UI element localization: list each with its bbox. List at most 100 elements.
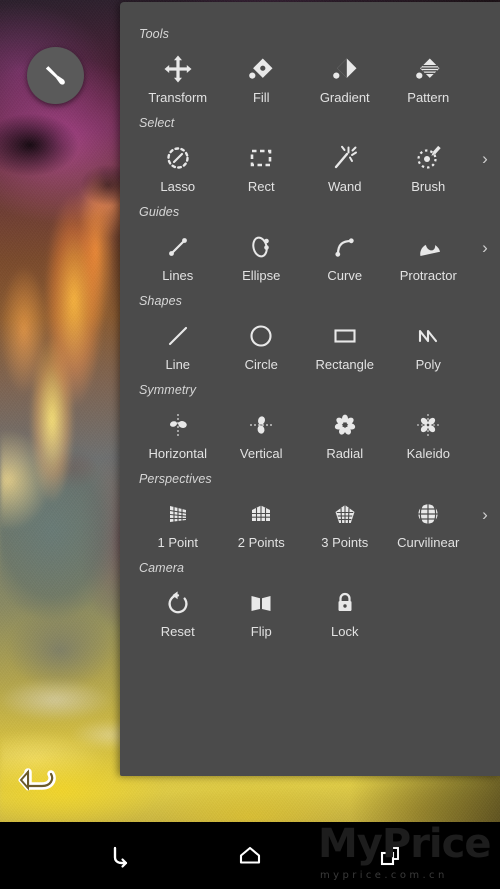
chevron-right-icon: › xyxy=(482,148,488,168)
tool-label: Rectangle xyxy=(315,357,375,372)
tool-brush-select[interactable]: Brush xyxy=(387,136,471,193)
guides-more-chevron[interactable]: › xyxy=(478,237,492,257)
tool-symmetry-radial[interactable]: Radial xyxy=(303,403,387,460)
tool-label: Rect xyxy=(247,179,275,194)
undo-arrow-icon xyxy=(18,768,56,791)
tool-label: 1 Point xyxy=(157,535,198,550)
tool-label: Flip xyxy=(250,624,272,639)
group-heading-guides: Guides xyxy=(139,205,180,219)
camera-flip-icon xyxy=(246,581,276,625)
tool-label: Reset xyxy=(160,624,195,639)
brush-tool-fab[interactable] xyxy=(27,47,84,104)
tool-label: Protractor xyxy=(399,268,457,283)
tool-symmetry-kaleido[interactable]: Kaleido xyxy=(387,403,471,460)
tool-perspective-2points[interactable]: 2 Points xyxy=(220,492,304,549)
symmetry-radial-icon xyxy=(330,403,360,447)
tool-ellipse-guide[interactable]: Ellipse xyxy=(220,225,304,282)
tool-label: Lock xyxy=(331,624,359,639)
tool-row-guides: Lines Ellipse Curve Protractor › xyxy=(120,225,500,282)
tool-fill[interactable]: Fill xyxy=(220,47,304,104)
camera-reset-icon xyxy=(163,581,193,625)
rectangle-select-icon xyxy=(246,136,276,180)
chevron-right-icon: › xyxy=(482,504,488,524)
tool-label: 2 Points xyxy=(237,535,285,550)
tool-label: Fill xyxy=(252,90,270,105)
guide-line-icon xyxy=(163,225,193,269)
nav-home-icon xyxy=(239,846,261,864)
nav-recents-button[interactable] xyxy=(345,822,435,889)
move-arrows-icon xyxy=(163,47,193,91)
tool-shape-line[interactable]: Line xyxy=(136,314,220,371)
tool-row-perspectives: 1 Point 2 Points 3 Points Curvilinear › xyxy=(120,492,500,549)
group-heading-camera: Camera xyxy=(139,561,185,575)
symmetry-horizontal-icon xyxy=(163,403,193,447)
tool-symmetry-horizontal[interactable]: Horizontal xyxy=(136,403,220,460)
tool-perspective-1point[interactable]: 1 Point xyxy=(136,492,220,549)
tool-label: Lasso xyxy=(160,179,196,194)
magic-wand-icon xyxy=(330,136,360,180)
tool-wand[interactable]: Wand xyxy=(303,136,387,193)
tool-lasso[interactable]: Lasso xyxy=(136,136,220,193)
symmetry-kaleido-icon xyxy=(413,403,443,447)
tool-perspective-3points[interactable]: 3 Points xyxy=(303,492,387,549)
tool-pattern[interactable]: Pattern xyxy=(387,47,471,104)
paint-bucket-fill-icon xyxy=(246,47,276,91)
perspective-3points-icon xyxy=(330,492,360,536)
tool-row-shapes: Line Circle Rectangle Poly xyxy=(120,314,500,371)
group-heading-symmetry: Symmetry xyxy=(139,383,197,397)
nav-home-button[interactable] xyxy=(205,822,295,889)
nav-back-button[interactable] xyxy=(75,822,165,889)
paint-bucket-gradient-icon xyxy=(330,47,360,91)
tool-label: Curve xyxy=(327,268,363,283)
tool-label: Horizontal xyxy=(148,446,208,461)
tool-protractor[interactable]: Protractor xyxy=(387,225,471,282)
perspective-2points-icon xyxy=(246,492,276,536)
tool-label: Pattern xyxy=(407,90,450,105)
camera-lock-icon xyxy=(330,581,360,625)
tool-label: Circle xyxy=(244,357,278,372)
tool-label: Transform xyxy=(148,90,208,105)
tool-label: Kaleido xyxy=(406,446,450,461)
nav-recents-icon xyxy=(380,846,399,865)
group-heading-tools: Tools xyxy=(139,27,169,41)
select-more-chevron[interactable]: › xyxy=(478,148,492,168)
tool-row-select: Lasso Rect Wand Brush › xyxy=(120,136,500,193)
tool-symmetry-vertical[interactable]: Vertical xyxy=(220,403,304,460)
tool-label: Ellipse xyxy=(242,268,281,283)
tool-transform[interactable]: Transform xyxy=(136,47,220,104)
tool-label: Lines xyxy=(162,268,194,283)
tool-label: Wand xyxy=(328,179,362,194)
tool-lines[interactable]: Lines xyxy=(136,225,220,282)
app-screen: Tools Transform Fill Gradient Pattern Se… xyxy=(0,0,500,889)
tool-label: Line xyxy=(165,357,191,372)
shape-circle-icon xyxy=(246,314,276,358)
guide-curve-icon xyxy=(330,225,360,269)
tool-row-camera: Reset Flip Lock xyxy=(120,581,500,638)
shape-line-icon xyxy=(163,314,193,358)
chevron-right-icon: › xyxy=(482,237,488,257)
tool-perspective-curvilinear[interactable]: Curvilinear xyxy=(387,492,471,549)
tool-shape-rectangle[interactable]: Rectangle xyxy=(303,314,387,371)
tool-shape-circle[interactable]: Circle xyxy=(220,314,304,371)
group-heading-perspectives: Perspectives xyxy=(139,472,212,486)
undo-button[interactable] xyxy=(18,764,60,798)
tools-panel: Tools Transform Fill Gradient Pattern Se… xyxy=(120,2,500,776)
tool-shape-poly[interactable]: Poly xyxy=(387,314,471,371)
paint-bucket-pattern-icon xyxy=(413,47,443,91)
tool-gradient[interactable]: Gradient xyxy=(303,47,387,104)
paintbrush-icon xyxy=(45,65,65,85)
group-heading-select: Select xyxy=(139,116,175,130)
tool-row-symmetry: Horizontal Vertical Radial Kaleido xyxy=(120,403,500,460)
lasso-select-icon xyxy=(163,136,193,180)
tool-rect-select[interactable]: Rect xyxy=(220,136,304,193)
perspectives-more-chevron[interactable]: › xyxy=(478,504,492,524)
guide-ellipse-icon xyxy=(246,225,276,269)
shape-poly-icon xyxy=(413,314,443,358)
tool-camera-reset[interactable]: Reset xyxy=(136,581,220,638)
shape-rectangle-icon xyxy=(330,314,360,358)
tool-camera-lock[interactable]: Lock xyxy=(303,581,387,638)
symmetry-vertical-icon xyxy=(246,403,276,447)
tool-curve[interactable]: Curve xyxy=(303,225,387,282)
protractor-icon xyxy=(413,225,443,269)
tool-camera-flip[interactable]: Flip xyxy=(220,581,304,638)
